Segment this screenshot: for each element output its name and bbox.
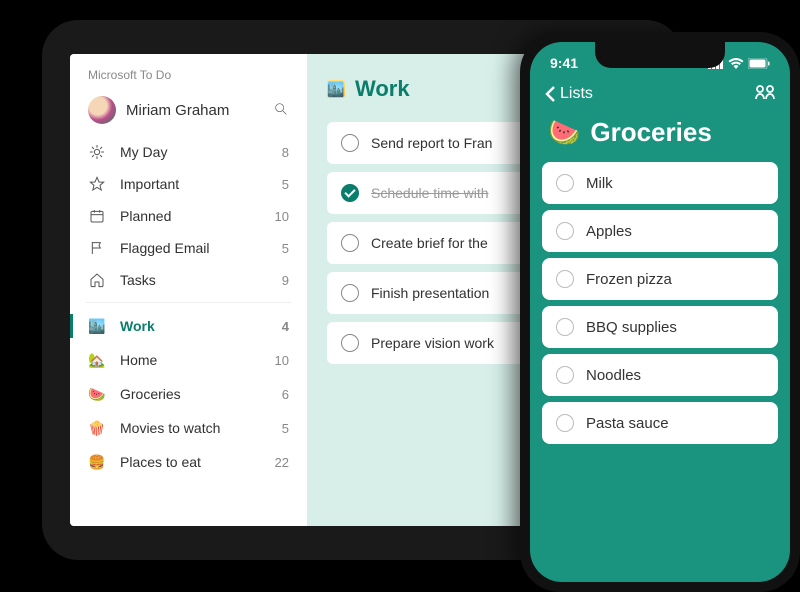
list-label: Movies to watch	[120, 420, 259, 436]
phone-navbar: Lists	[530, 76, 790, 113]
user-name: Miriam Graham	[126, 102, 263, 119]
nav-label: Important	[120, 176, 259, 192]
task-checkbox[interactable]	[341, 234, 359, 252]
phone-notch	[595, 42, 725, 68]
list-count: 22	[273, 455, 289, 470]
phone-list-emoji: 🍉	[548, 117, 580, 148]
star-icon	[88, 176, 106, 192]
grocery-item[interactable]: BBQ supplies	[542, 306, 778, 348]
list-count: 6	[273, 387, 289, 402]
phone-list-title-row: 🍉 Groceries	[530, 113, 790, 162]
list-title: Work	[355, 76, 410, 102]
item-label: Pasta sauce	[586, 415, 669, 432]
item-label: BBQ supplies	[586, 319, 677, 336]
list-item-home[interactable]: 🏡 Home 10	[70, 343, 307, 377]
list-item-work[interactable]: 🏙️ Work 4	[70, 309, 307, 343]
list-count: 10	[273, 353, 289, 368]
task-label: Prepare vision work	[371, 335, 494, 351]
item-checkbox[interactable]	[556, 222, 574, 240]
flag-icon	[88, 240, 106, 256]
status-time: 9:41	[550, 55, 578, 71]
grocery-item[interactable]: Pasta sauce	[542, 402, 778, 444]
share-icon[interactable]	[754, 82, 776, 105]
item-checkbox[interactable]	[556, 270, 574, 288]
item-label: Frozen pizza	[586, 271, 672, 288]
nav-label: My Day	[120, 144, 259, 160]
list-label: Home	[120, 352, 259, 368]
calendar-icon	[88, 208, 106, 224]
nav-label: Flagged Email	[120, 240, 259, 256]
nav-item-tasks[interactable]: Tasks 9	[70, 264, 307, 296]
list-emoji-icon: 🍔	[88, 453, 106, 471]
grocery-items: Milk Apples Frozen pizza BBQ supplies Noodle…	[530, 162, 790, 444]
grocery-item[interactable]: Frozen pizza	[542, 258, 778, 300]
custom-lists: 🏙️ Work 4 🏡 Home 10 🍉 Groceries 6 🍿 Movies to watc…	[70, 309, 307, 479]
avatar[interactable]	[88, 96, 116, 124]
nav-label: Planned	[120, 208, 259, 224]
battery-icon	[748, 58, 770, 69]
task-label: Schedule time with	[371, 185, 489, 201]
home-icon	[88, 272, 106, 288]
grocery-item[interactable]: Milk	[542, 162, 778, 204]
sun-icon	[88, 144, 106, 160]
list-emoji-icon: 🏡	[88, 351, 106, 369]
list-item-places-to-eat[interactable]: 🍔 Places to eat 22	[70, 445, 307, 479]
task-checkbox[interactable]	[341, 184, 359, 202]
grocery-item[interactable]: Noodles	[542, 354, 778, 396]
grocery-item[interactable]: Apples	[542, 210, 778, 252]
list-emoji-icon: 🍿	[88, 419, 106, 437]
item-label: Apples	[586, 223, 632, 240]
list-emoji-icon: 🏙️	[88, 317, 106, 335]
nav-label: Tasks	[120, 272, 259, 288]
list-item-movies-to-watch[interactable]: 🍿 Movies to watch 5	[70, 411, 307, 445]
list-label: Groceries	[120, 386, 259, 402]
app-name: Microsoft To Do	[70, 54, 307, 90]
item-checkbox[interactable]	[556, 318, 574, 336]
item-checkbox[interactable]	[556, 174, 574, 192]
item-checkbox[interactable]	[556, 366, 574, 384]
nav-count: 10	[273, 209, 289, 224]
nav-count: 9	[273, 273, 289, 288]
task-label: Send report to Fran	[371, 135, 492, 151]
list-count: 5	[273, 421, 289, 436]
task-label: Finish presentation	[371, 285, 489, 301]
list-item-groceries[interactable]: 🍉 Groceries 6	[70, 377, 307, 411]
task-checkbox[interactable]	[341, 134, 359, 152]
task-checkbox[interactable]	[341, 334, 359, 352]
nav-count: 5	[273, 177, 289, 192]
nav-item-important[interactable]: Important 5	[70, 168, 307, 200]
item-label: Milk	[586, 175, 613, 192]
nav-item-planned[interactable]: Planned 10	[70, 200, 307, 232]
nav-item-my-day[interactable]: My Day 8	[70, 136, 307, 168]
back-button[interactable]: Lists	[544, 85, 593, 103]
list-count: 4	[273, 319, 289, 334]
item-label: Noodles	[586, 367, 641, 384]
item-checkbox[interactable]	[556, 414, 574, 432]
wifi-icon	[728, 58, 744, 69]
sidebar-separator	[86, 302, 291, 303]
sidebar: Microsoft To Do Miriam Graham My Day 8 Imp…	[70, 54, 307, 526]
task-checkbox[interactable]	[341, 284, 359, 302]
nav-count: 8	[273, 145, 289, 160]
list-title-emoji: 🏙️	[327, 80, 345, 98]
phone-list-title: Groceries	[590, 117, 711, 148]
list-emoji-icon: 🍉	[88, 385, 106, 403]
task-label: Create brief for the	[371, 235, 488, 251]
phone-screen: 9:41 Lists 🍉 Groceries Milk Apples Frozen …	[530, 42, 790, 582]
list-label: Places to eat	[120, 454, 259, 470]
back-label: Lists	[560, 85, 593, 103]
phone-device-frame: 9:41 Lists 🍉 Groceries Milk Apples Frozen …	[520, 32, 800, 592]
smart-lists: My Day 8 Important 5 Planned 10 Flagged Email 5…	[70, 136, 307, 296]
nav-count: 5	[273, 241, 289, 256]
nav-item-flagged-email[interactable]: Flagged Email 5	[70, 232, 307, 264]
list-label: Work	[120, 318, 259, 334]
profile-row[interactable]: Miriam Graham	[70, 90, 307, 136]
search-icon[interactable]	[273, 101, 289, 120]
